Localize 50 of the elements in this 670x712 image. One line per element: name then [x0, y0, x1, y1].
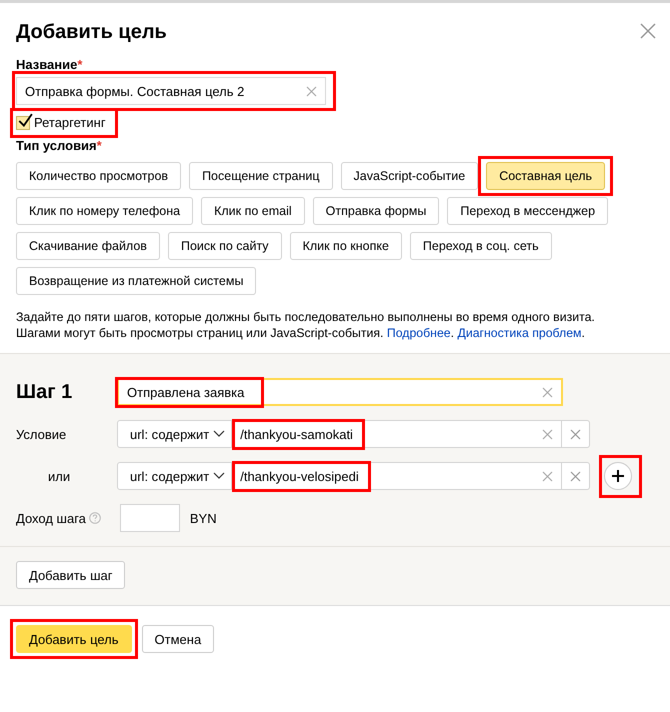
income-field[interactable]	[120, 504, 180, 532]
help-link[interactable]: Диагностика проблем	[458, 326, 582, 340]
condition-type-option[interactable]: Клик по номеру телефона	[16, 197, 194, 225]
step-title: Шаг 1	[16, 380, 74, 404]
condition-type-option[interactable]: Посещение страниц	[189, 162, 333, 190]
remove-button[interactable]	[562, 420, 590, 448]
condition-type-option[interactable]: Клик по email	[201, 197, 305, 225]
condition-type-option[interactable]: Возвращение из платежной системы	[16, 267, 256, 295]
help-icon[interactable]	[88, 512, 101, 524]
add-condition-button[interactable]	[604, 462, 632, 490]
cancel-button[interactable]: Отмена	[142, 625, 214, 653]
help-link[interactable]: Подробнее	[386, 326, 451, 340]
clear-icon[interactable]	[306, 86, 317, 96]
income-label: Доход шага	[16, 510, 86, 526]
url-field[interactable]: /thankyou-velosipedi	[232, 462, 562, 490]
field-label: Тип условия*	[16, 138, 103, 153]
chevron-icon	[213, 472, 226, 480]
clear-icon[interactable]	[542, 470, 554, 482]
condition-type-option[interactable]: Отправка формы	[312, 197, 440, 225]
condition-type-option[interactable]: Переход в соц. сеть	[410, 232, 552, 260]
condition-type-option[interactable]: Количество просмотров	[16, 162, 182, 190]
remove-button[interactable]	[562, 462, 590, 490]
add-goal-button[interactable]: Добавить цель	[16, 625, 132, 653]
clear-icon[interactable]	[542, 428, 554, 440]
add-step-button[interactable]: Добавить шаг	[16, 561, 126, 589]
currency-label: BYN	[190, 510, 217, 526]
condition-label: или	[47, 468, 72, 484]
close-icon	[570, 428, 582, 440]
step-name-field[interactable]: Отправлена заявка	[117, 378, 563, 406]
field-label: Название*	[16, 57, 84, 72]
condition-type-option[interactable]: JavaScript-событие	[340, 162, 478, 190]
condition-type-option[interactable]: Поиск по сайту	[168, 232, 282, 260]
operator-select[interactable]: url: содержит	[117, 420, 232, 448]
name-field[interactable]: Отправка формы. Составная цель 2	[16, 77, 326, 105]
clear-icon[interactable]	[542, 386, 553, 398]
chevron-icon	[213, 430, 226, 438]
condition-label: Условие	[16, 426, 68, 442]
condition-type-option[interactable]: Составная цель	[486, 162, 606, 190]
close-button[interactable]	[640, 23, 656, 39]
hint-text: Задайте до пяти шагов, которые должны быть последовательно выполнены во время одного визита. Шагами могут быть просмотры страниц или JavaScript-события. Подробнее. Диагностика проблем.	[16, 309, 596, 341]
close-icon	[570, 470, 582, 482]
condition-type-option[interactable]: Клик по кнопке	[290, 232, 402, 260]
condition-type-option[interactable]: Скачивание файлов	[16, 232, 160, 260]
condition-type-option[interactable]: Переход в мессенджер	[447, 197, 608, 225]
checkmark-icon	[17, 112, 33, 128]
plus-icon	[612, 470, 624, 482]
dialog-title: Добавить цель	[16, 21, 167, 44]
url-field[interactable]: /thankyou-samokati	[232, 420, 562, 448]
retargeting-checkbox[interactable]: Ретаргетинг	[16, 113, 110, 134]
operator-select[interactable]: url: содержит	[117, 462, 232, 490]
